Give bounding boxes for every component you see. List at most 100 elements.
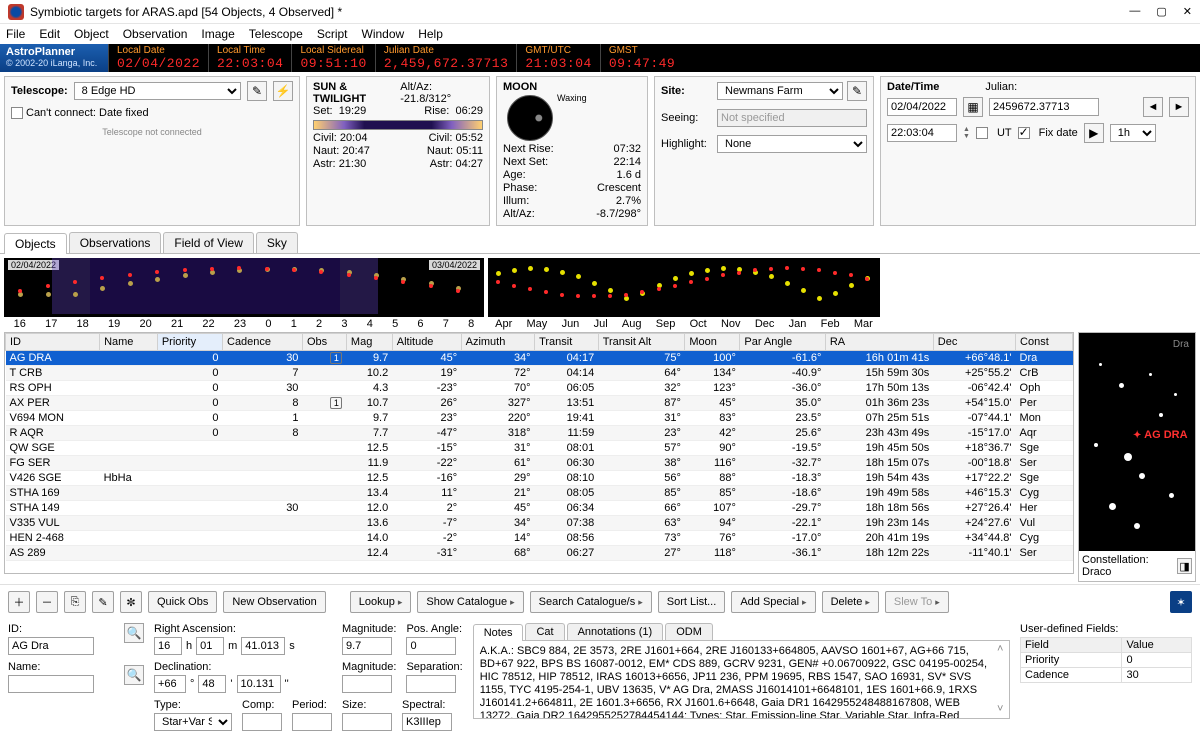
add-button[interactable]: ＋ (8, 591, 30, 613)
dec-s[interactable] (237, 675, 281, 693)
notetab-annotations[interactable]: Annotations (1) (567, 623, 664, 640)
table-row[interactable]: RS OPH0304.3-23°70°06:0532°123°-36.0°17h… (6, 381, 1073, 396)
table-row[interactable]: STHA 16913.411°21°08:0585°85°-18.6°19h 4… (6, 486, 1073, 501)
table-row[interactable]: V426 SGEHbHa12.5-16°29°08:1056°88°-18.3°… (6, 471, 1073, 486)
type-select[interactable]: Star+Var SI (154, 713, 232, 731)
quick-obs-button[interactable]: Quick Obs (148, 591, 217, 613)
table-row[interactable]: HEN 2-46814.0-2°14°08:5673°76°-17.0°20h … (6, 531, 1073, 546)
size-input[interactable] (342, 713, 392, 731)
id-input[interactable] (8, 637, 94, 655)
table-row[interactable]: AG DRA03019.745°34°04:1775°100°-61.6°16h… (6, 351, 1073, 366)
col-const[interactable]: Const (1016, 334, 1073, 351)
col-mag[interactable]: Mag (346, 334, 392, 351)
notetab-cat[interactable]: Cat (525, 623, 564, 640)
menu-window[interactable]: Window (362, 27, 405, 41)
table-row[interactable]: T CRB0710.219°72°04:1464°134°-40.9°15h 5… (6, 366, 1073, 381)
add-special-button[interactable]: Add Special (731, 591, 815, 613)
constellation-sky[interactable]: Dra ✦ AG DRA (1079, 333, 1195, 551)
col-ra[interactable]: RA (825, 334, 933, 351)
minimize-button[interactable]: ― (1129, 5, 1140, 18)
menu-object[interactable]: Object (74, 27, 109, 41)
scroll-up-icon[interactable]: ˄ (997, 643, 1007, 656)
dec-d[interactable] (154, 675, 186, 693)
menu-image[interactable]: Image (201, 27, 234, 41)
scroll-down-icon[interactable]: ˅ (997, 703, 1007, 716)
dec-m[interactable] (198, 675, 226, 693)
mag-input[interactable] (342, 637, 392, 655)
telescope-edit-icon[interactable]: ✎ (247, 81, 267, 101)
objects-table[interactable]: IDNamePriorityCadenceObsMagAltitudeAzimu… (4, 332, 1074, 574)
tab-objects[interactable]: Objects (4, 233, 67, 254)
col-name[interactable]: Name (100, 334, 158, 351)
col-obs[interactable]: Obs (302, 334, 346, 351)
telescope-select[interactable]: 8 Edge HD (74, 82, 241, 100)
name-input[interactable] (8, 675, 94, 693)
comp-input[interactable] (242, 713, 282, 731)
remove-button[interactable]: － (36, 591, 58, 613)
dt-play-icon[interactable]: ▶ (1084, 123, 1104, 143)
mag2-input[interactable] (342, 675, 392, 693)
col-parangle[interactable]: Par Angle (740, 334, 825, 351)
dt-prev[interactable]: ◄ (1143, 97, 1163, 117)
name-search-icon[interactable]: 🔍 (124, 665, 144, 685)
duplicate-button[interactable]: ⎘ (64, 591, 86, 613)
udf-priority-v[interactable]: 0 (1122, 653, 1192, 668)
search-catalogue-button[interactable]: Search Catalogue/s (530, 591, 652, 613)
site-select[interactable]: Newmans Farm (717, 82, 843, 100)
col-altitude[interactable]: Altitude (392, 334, 461, 351)
menu-script[interactable]: Script (317, 27, 348, 41)
sep-input[interactable] (406, 675, 456, 693)
spectral-input[interactable] (402, 713, 452, 731)
col-dec[interactable]: Dec (933, 334, 1015, 351)
col-id[interactable]: ID (6, 334, 100, 351)
site-highlight-select[interactable]: None (717, 135, 867, 153)
telescope-connect-icon[interactable]: ⚡ (273, 81, 293, 101)
starmap-toggle-icon[interactable]: ◨ (1177, 558, 1192, 574)
table-row[interactable]: V694 MON019.723°220°19:4131°83°23.5°07h … (6, 411, 1073, 426)
table-row[interactable]: V335 VUL13.6-7°34°07:3863°94°-22.1°19h 2… (6, 516, 1073, 531)
col-transitalt[interactable]: Transit Alt (598, 334, 685, 351)
udf-cadence-v[interactable]: 30 (1122, 668, 1192, 683)
table-row[interactable]: STHA 1493012.02°45°06:3466°107°-29.7°18h… (6, 501, 1073, 516)
col-azimuth[interactable]: Azimuth (461, 334, 534, 351)
col-priority[interactable]: Priority (157, 334, 222, 351)
dt-date-input[interactable] (887, 98, 957, 116)
notes-text[interactable]: A.K.A.: SBC9 884, 2E 3573, 2RE J1601+664… (473, 641, 1010, 719)
dt-next[interactable]: ► (1169, 97, 1189, 117)
menu-edit[interactable]: Edit (39, 27, 60, 41)
menu-telescope[interactable]: Telescope (249, 27, 303, 41)
table-row[interactable]: QW SGE12.5-15°31°08:0157°90°-19.5°19h 45… (6, 441, 1073, 456)
edit-button[interactable]: ✎ (92, 591, 114, 613)
time-spinner[interactable]: ▲▼ (963, 126, 970, 140)
close-button[interactable]: ✕ (1183, 5, 1192, 18)
lookup-button[interactable]: Lookup (350, 591, 412, 613)
pos-input[interactable] (406, 637, 456, 655)
delete-button[interactable]: Delete (822, 591, 879, 613)
table-row[interactable]: AX PER08110.726°327°13:5187°45°35.0°01h … (6, 396, 1073, 411)
tab-fov[interactable]: Field of View (163, 232, 253, 253)
ra-s[interactable] (241, 637, 285, 655)
fixdate-checkbox[interactable] (1018, 127, 1030, 139)
tab-sky[interactable]: Sky (256, 232, 298, 253)
telescope-connect-checkbox[interactable] (11, 107, 23, 119)
night-altitude-chart[interactable]: 02/04/2022 03/04/2022 161718192021222301… (4, 258, 484, 328)
table-row[interactable]: FG SER11.9-22°61°06:3038°116°-32.7°18h 1… (6, 456, 1073, 471)
new-observation-button[interactable]: New Observation (223, 591, 325, 613)
menu-help[interactable]: Help (418, 27, 443, 41)
table-row[interactable]: R AQR087.7-47°318°11:5923°42°25.6°23h 43… (6, 426, 1073, 441)
maximize-button[interactable]: ▢ (1156, 5, 1166, 18)
ra-m[interactable] (196, 637, 224, 655)
site-edit-icon[interactable]: ✎ (847, 81, 867, 101)
planetarium-icon[interactable]: ✶ (1170, 591, 1192, 613)
col-transit[interactable]: Transit (535, 334, 599, 351)
calendar-icon[interactable]: ▦ (963, 97, 983, 117)
yearly-visibility-chart[interactable]: AprMayJunJulAugSepOctNovDecJanFebMar (488, 258, 880, 328)
col-cadence[interactable]: Cadence (223, 334, 303, 351)
show-catalogue-button[interactable]: Show Catalogue (417, 591, 523, 613)
dt-julian-input[interactable] (989, 98, 1099, 116)
slew-to-button[interactable]: Slew To (885, 591, 949, 613)
notetab-odm[interactable]: ODM (665, 623, 713, 640)
menu-observation[interactable]: Observation (123, 27, 188, 41)
tab-observations[interactable]: Observations (69, 232, 162, 253)
period-input[interactable] (292, 713, 332, 731)
